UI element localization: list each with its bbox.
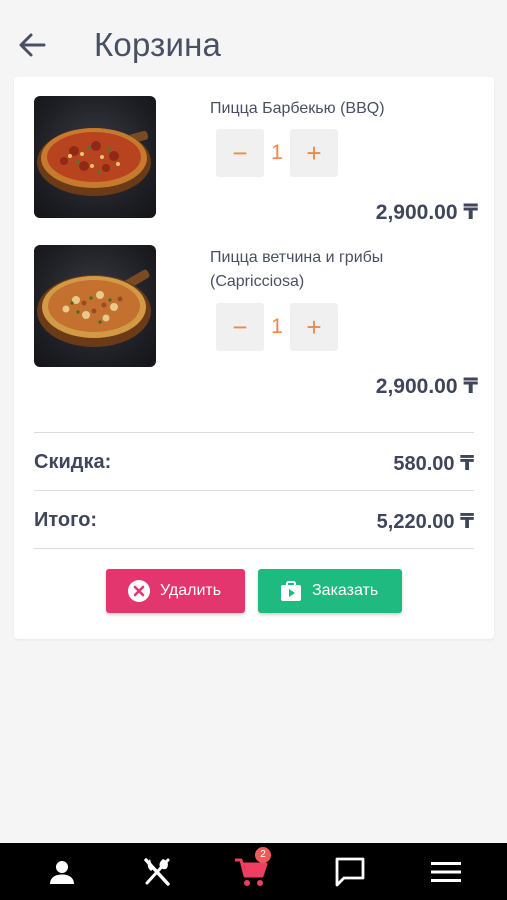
back-arrow-icon[interactable] [16, 28, 50, 62]
nav-chat[interactable] [320, 843, 380, 900]
chat-icon [335, 857, 365, 886]
nav-menu[interactable] [127, 843, 187, 900]
total-value: 5,220.00 ₸ [376, 511, 474, 533]
divider [34, 548, 474, 549]
shopping-bag-icon [281, 581, 301, 601]
discount-value: 580.00 ₸ [393, 453, 474, 475]
order-button-label: Заказать [312, 582, 379, 599]
nav-cart[interactable]: 2 [222, 843, 282, 900]
quantity-stepper: − 1 + [216, 303, 340, 351]
item-name: Пицца Барбекью (BBQ) [210, 100, 385, 117]
cart-card: Пицца Барбекью (BBQ) − 1 + 2,900.00 ₸ Пи… [14, 77, 494, 639]
quantity-value: 1 [271, 315, 283, 338]
item-name: Пицца ветчина и грибы (Capricciosa) [210, 249, 384, 290]
delete-button-label: Удалить [160, 582, 222, 599]
decrease-button[interactable]: − [216, 303, 264, 351]
delete-button[interactable]: Удалить [106, 569, 245, 613]
app-header: Корзина [0, 0, 507, 76]
discount-label: Скидка: [34, 451, 112, 473]
page-title: Корзина [94, 26, 222, 63]
nav-profile[interactable] [32, 843, 92, 900]
nav-more[interactable] [416, 843, 476, 900]
hamburger-menu-icon [431, 861, 461, 882]
increase-button[interactable]: + [290, 129, 338, 177]
quantity-stepper: − 1 + [216, 129, 340, 177]
bottom-navigation: 2 [0, 843, 507, 900]
total-label: Итого: [34, 509, 98, 531]
item-price: 2,900.00 ₸ [375, 201, 478, 224]
quantity-value: 1 [271, 141, 283, 164]
order-button[interactable]: Заказать [258, 569, 402, 613]
decrease-button[interactable]: − [216, 129, 264, 177]
divider [34, 432, 474, 433]
increase-button[interactable]: + [290, 303, 338, 351]
user-icon [50, 860, 74, 884]
cart-count-badge: 2 [255, 847, 271, 863]
fork-knife-icon [144, 857, 170, 886]
pizza-capricciosa-image [34, 245, 156, 367]
pizza-bbq-image [34, 96, 156, 218]
close-circle-icon [128, 580, 150, 602]
item-price: 2,900.00 ₸ [375, 375, 478, 398]
divider [34, 490, 474, 491]
